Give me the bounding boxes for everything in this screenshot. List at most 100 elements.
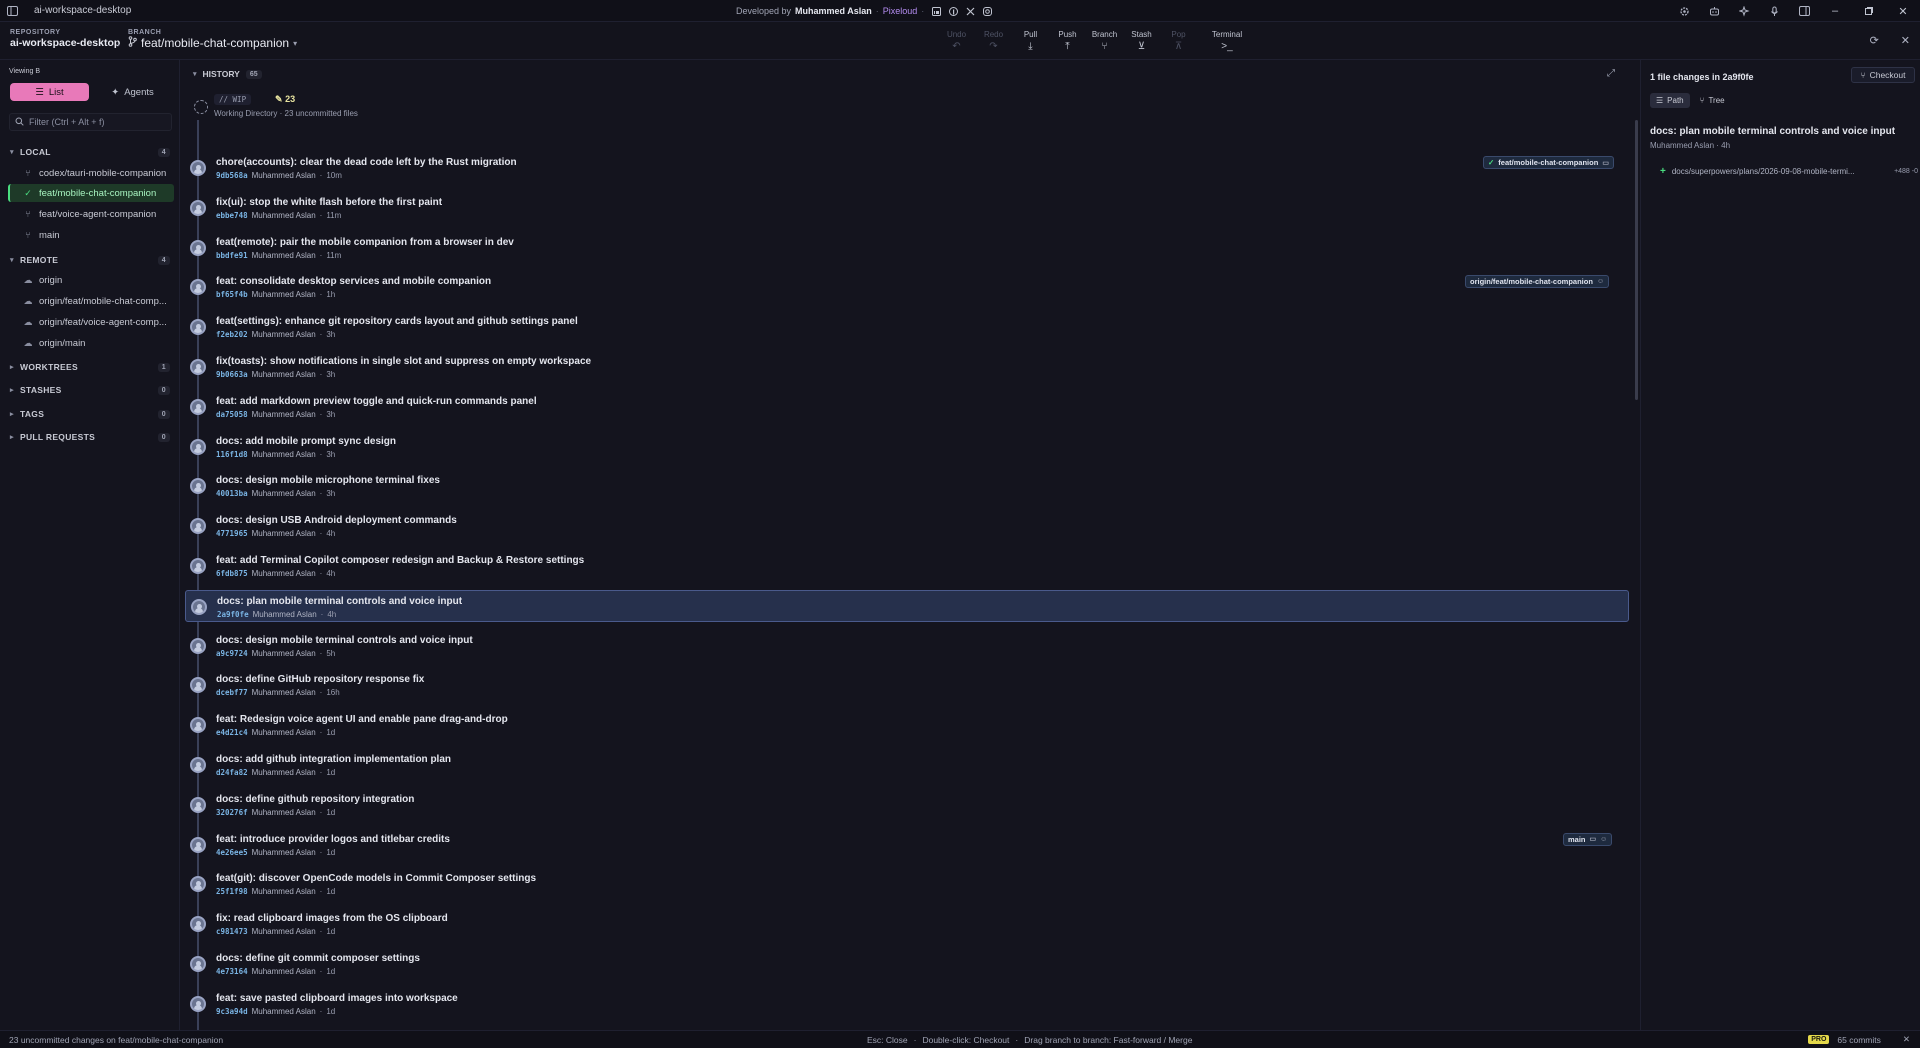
pull-button[interactable]: Pull ⤓: [1012, 30, 1049, 56]
remote-item[interactable]: ☁ origin/main: [8, 334, 174, 352]
redo-button[interactable]: Redo ↷: [975, 30, 1012, 56]
history-header[interactable]: ▾ HISTORY 65: [193, 69, 262, 79]
repository-selector[interactable]: REPOSITORY ai-workspace-desktop: [10, 29, 120, 49]
local-branch-item[interactable]: ⑂ feat/voice-agent-companion: [8, 205, 174, 223]
commit-sha[interactable]: 25f1f98: [216, 887, 248, 896]
list-view-button[interactable]: ☰ List: [10, 83, 89, 101]
terminal-button[interactable]: Terminal >_: [1207, 30, 1247, 56]
commit-sha[interactable]: 116f1d8: [216, 450, 248, 459]
section-worktrees[interactable]: ▸ WORKTREES 1: [10, 359, 170, 375]
branch-button[interactable]: Branch ⑂: [1086, 30, 1123, 56]
local-branch-item[interactable]: ⑂ main: [8, 226, 174, 244]
commit-sha[interactable]: 320276f: [216, 808, 248, 817]
commit-sha[interactable]: 6fdb875: [216, 569, 248, 578]
main-branch-ref-tag[interactable]: main ▭ ☺: [1563, 832, 1613, 846]
remote-item[interactable]: ☁ origin/feat/voice-agent-comp...: [8, 313, 174, 331]
x-icon[interactable]: [965, 6, 975, 16]
commit-sha[interactable]: dcebf77: [216, 688, 248, 697]
section-pull-requests[interactable]: ▸ PULL REQUESTS 0: [10, 429, 170, 445]
local-branch-item-current[interactable]: ✓ feat/mobile-chat-companion: [8, 184, 174, 202]
commit-row[interactable]: docs: design mobile microphone terminal …: [185, 470, 1629, 502]
expand-icon[interactable]: ⤢: [1607, 68, 1615, 79]
commit-row[interactable]: feat: save pasted clipboard images into …: [185, 988, 1629, 1020]
commit-sha[interactable]: a9c9724: [216, 649, 248, 658]
instagram-icon[interactable]: [982, 6, 992, 16]
commit-sha[interactable]: bf65f4b: [216, 290, 248, 299]
commit-row[interactable]: fix(toasts): show notifications in singl…: [185, 351, 1629, 383]
commit-row[interactable]: docs: plan mobile terminal controls and …: [185, 589, 1629, 622]
commit-row[interactable]: feat: Redesign voice agent UI and enable…: [185, 709, 1629, 741]
path-view-button[interactable]: ☰ Path: [1650, 93, 1690, 108]
checkout-button[interactable]: ⑂ Checkout: [1851, 67, 1915, 83]
commit-row[interactable]: feat: add Terminal Copilot composer rede…: [185, 550, 1629, 582]
facebook-icon[interactable]: [948, 6, 958, 16]
settings-gear-icon[interactable]: [1678, 5, 1690, 17]
tree-view-button[interactable]: ⑂ Tree: [1694, 93, 1731, 108]
commit-row[interactable]: docs: design mobile terminal controls an…: [185, 630, 1629, 662]
close-icon[interactable]: ✕: [1903, 1034, 1910, 1045]
section-stashes[interactable]: ▸ STASHES 0: [10, 382, 170, 398]
local-branch-item[interactable]: ⑂ codex/tauri-mobile-companion: [8, 164, 174, 182]
commit-sha[interactable]: 40013ba: [216, 489, 248, 498]
maximize-button[interactable]: [1852, 0, 1886, 22]
bot-icon[interactable]: [1708, 5, 1720, 17]
sparkles-icon[interactable]: [1738, 5, 1750, 17]
local-branch-ref-tag[interactable]: ✓ feat/mobile-chat-companion ▭: [1483, 156, 1614, 169]
commit-sha[interactable]: bbdfe91: [216, 251, 248, 260]
commit-sha[interactable]: 9c3a94d: [216, 1007, 248, 1016]
filter-input[interactable]: Filter (Ctrl + Alt + f): [9, 113, 172, 131]
agents-view-button[interactable]: ✦ Agents: [93, 83, 172, 101]
commit-row[interactable]: chore(accounts): clear the dead code lef…: [185, 152, 1629, 184]
commit-sha[interactable]: 9db568a: [216, 171, 248, 180]
commit-row[interactable]: feat(remote): pair the mobile companion …: [185, 232, 1629, 264]
commit-row[interactable]: feat(git): discover OpenCode models in C…: [185, 868, 1629, 900]
remote-item[interactable]: ☁ origin: [8, 271, 174, 289]
panel-toggle-icon[interactable]: [1798, 5, 1810, 17]
commit-sha[interactable]: 4771965: [216, 529, 248, 538]
section-remote[interactable]: ▾ REMOTE 4: [10, 252, 170, 268]
minimize-button[interactable]: –: [1818, 0, 1852, 22]
commit-row[interactable]: feat: add markdown preview toggle and qu…: [185, 391, 1629, 423]
commit-sha[interactable]: d24fa82: [216, 768, 248, 777]
commit-row[interactable]: feat: introduce provider logos and title…: [185, 829, 1629, 861]
commit-row[interactable]: docs: define git commit composer setting…: [185, 948, 1629, 980]
commit-sha[interactable]: 4e26ee5: [216, 848, 248, 857]
commit-row[interactable]: fix: read clipboard images from the OS c…: [185, 908, 1629, 940]
stash-button[interactable]: Stash ⊻: [1123, 30, 1160, 56]
section-tags[interactable]: ▸ TAGS 0: [10, 406, 170, 422]
commit-row[interactable]: docs: design USB Android deployment comm…: [185, 510, 1629, 542]
section-local[interactable]: ▾ LOCAL 4: [10, 144, 170, 160]
commit-sha[interactable]: 9b0663a: [216, 370, 248, 379]
scrollbar[interactable]: [1635, 120, 1638, 400]
refresh-icon[interactable]: ⟳: [1870, 34, 1879, 47]
remote-item[interactable]: ☁ origin/feat/mobile-chat-comp...: [8, 292, 174, 310]
push-button[interactable]: Push ⤒: [1049, 30, 1086, 56]
commit-sha[interactable]: 4e73164: [216, 967, 248, 976]
commit-row[interactable]: docs: add github integration implementat…: [185, 749, 1629, 781]
pop-button[interactable]: Pop ⊼: [1160, 30, 1197, 56]
linkedin-icon[interactable]: [931, 6, 941, 16]
credits-author[interactable]: Muhammed Aslan: [795, 6, 872, 16]
wip-row[interactable]: // WIP ✎ 23 Working Directory · 23 uncom…: [190, 92, 1590, 122]
changed-file-item[interactable]: + docs/superpowers/plans/2026-09-08-mobi…: [1660, 166, 1918, 177]
remote-branch-ref-tag[interactable]: origin/feat/mobile-chat-companion ☺: [1465, 275, 1610, 289]
commit-sha[interactable]: ebbe748: [216, 211, 248, 220]
sidebar-toggle-icon[interactable]: [0, 0, 24, 22]
close-icon[interactable]: ✕: [1901, 34, 1910, 47]
branch-selector[interactable]: BRANCH feat/mobile-chat-companion ▾: [128, 29, 297, 50]
commit-sha[interactable]: 2a9f0fe: [217, 610, 249, 619]
commit-sha[interactable]: e4d21c4: [216, 728, 248, 737]
commit-row[interactable]: docs: define github repository integrati…: [185, 789, 1629, 821]
credits-brand[interactable]: Pixeloud: [883, 6, 918, 16]
commit-sha[interactable]: f2eb202: [216, 330, 248, 339]
undo-button[interactable]: Undo ↶: [938, 30, 975, 56]
commit-row[interactable]: fix(ui): stop the white flash before the…: [185, 192, 1629, 224]
commit-row[interactable]: feat(settings): enhance git repository c…: [185, 311, 1629, 343]
commit-row[interactable]: docs: add mobile prompt sync design 116f1…: [185, 431, 1629, 463]
commit-sha[interactable]: da75058: [216, 410, 248, 419]
commit-row[interactable]: docs: define GitHub repository response …: [185, 669, 1629, 701]
close-window-button[interactable]: ✕: [1886, 0, 1920, 22]
commit-row[interactable]: feat: consolidate desktop services and m…: [185, 271, 1629, 303]
microphone-icon[interactable]: [1768, 5, 1780, 17]
commit-sha[interactable]: c981473: [216, 927, 248, 936]
